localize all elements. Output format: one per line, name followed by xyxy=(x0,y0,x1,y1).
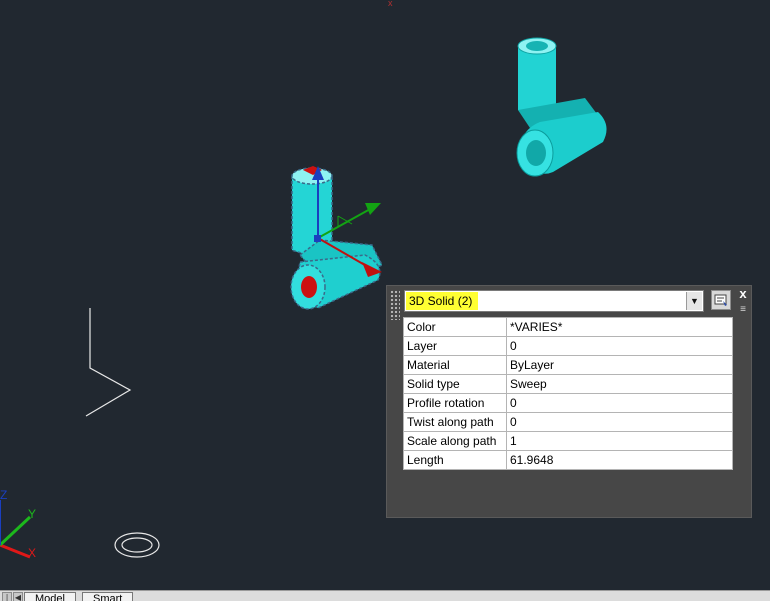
properties-table: Color *VARIES* Layer 0 Material ByLayer Sol… xyxy=(403,317,733,470)
selection-grip-profile[interactable] xyxy=(301,276,317,298)
property-value[interactable]: 0 xyxy=(506,393,733,413)
property-label: Scale along path xyxy=(403,431,507,451)
table-row[interactable]: Length 61.9648 xyxy=(403,450,733,470)
property-value[interactable]: Sweep xyxy=(506,374,733,394)
property-value[interactable]: 61.9648 xyxy=(506,450,733,470)
top-marker-icon: x xyxy=(388,0,393,8)
property-label: Layer xyxy=(403,336,507,356)
table-row[interactable]: Layer 0 xyxy=(403,336,733,356)
quick-properties-panel[interactable]: 3D Solid (2) ▼ x ≡ Color *VARIES* Layer 0 … xyxy=(386,285,752,518)
table-row[interactable]: Color *VARIES* xyxy=(403,317,733,337)
table-row[interactable]: Material ByLayer xyxy=(403,355,733,375)
table-row[interactable]: Scale along path 1 xyxy=(403,431,733,451)
property-label: Material xyxy=(403,355,507,375)
table-row[interactable]: Twist along path 0 xyxy=(403,412,733,432)
property-value[interactable]: *VARIES* xyxy=(506,317,733,337)
panel-grip-handle[interactable] xyxy=(390,290,400,320)
panel-menu-icon[interactable]: ≡ xyxy=(737,303,749,317)
ucs-icon: Y X Z xyxy=(0,488,36,560)
ring-inner[interactable] xyxy=(121,537,153,553)
chevron-down-icon[interactable]: ▼ xyxy=(686,292,702,310)
ucs-z-label: Z xyxy=(0,488,7,502)
property-value[interactable]: 0 xyxy=(506,412,733,432)
pickadd-icon xyxy=(714,294,727,306)
table-row[interactable]: Profile rotation 0 xyxy=(403,393,733,413)
property-value[interactable]: ByLayer xyxy=(506,355,733,375)
table-row[interactable]: Solid type Sweep xyxy=(403,374,733,394)
gizmo-origin-grip[interactable] xyxy=(314,235,321,242)
property-value[interactable]: 0 xyxy=(506,336,733,356)
polyline-linework[interactable] xyxy=(85,308,132,417)
property-label: Twist along path xyxy=(403,412,507,432)
gizmo-y-arrow-icon xyxy=(365,203,381,215)
property-value[interactable]: 1 xyxy=(506,431,733,451)
solid-elbow-unselected[interactable] xyxy=(516,37,607,177)
object-type-dropdown[interactable]: 3D Solid (2) ▼ xyxy=(404,290,704,312)
property-label: Color xyxy=(403,317,507,337)
object-type-value: 3D Solid (2) xyxy=(406,292,479,310)
property-label: Length xyxy=(403,450,507,470)
property-label: Profile rotation xyxy=(403,393,507,413)
solid-elbow-selected[interactable] xyxy=(290,166,384,310)
layout-tab-bar: |◀ ◀ Model Smart xyxy=(0,590,770,601)
close-icon[interactable]: x xyxy=(737,287,749,301)
ucs-y-label: Y xyxy=(28,507,36,521)
toggle-pickadd-button[interactable] xyxy=(711,290,731,310)
ucs-x-label: X xyxy=(28,546,36,560)
property-label: Solid type xyxy=(403,374,507,394)
